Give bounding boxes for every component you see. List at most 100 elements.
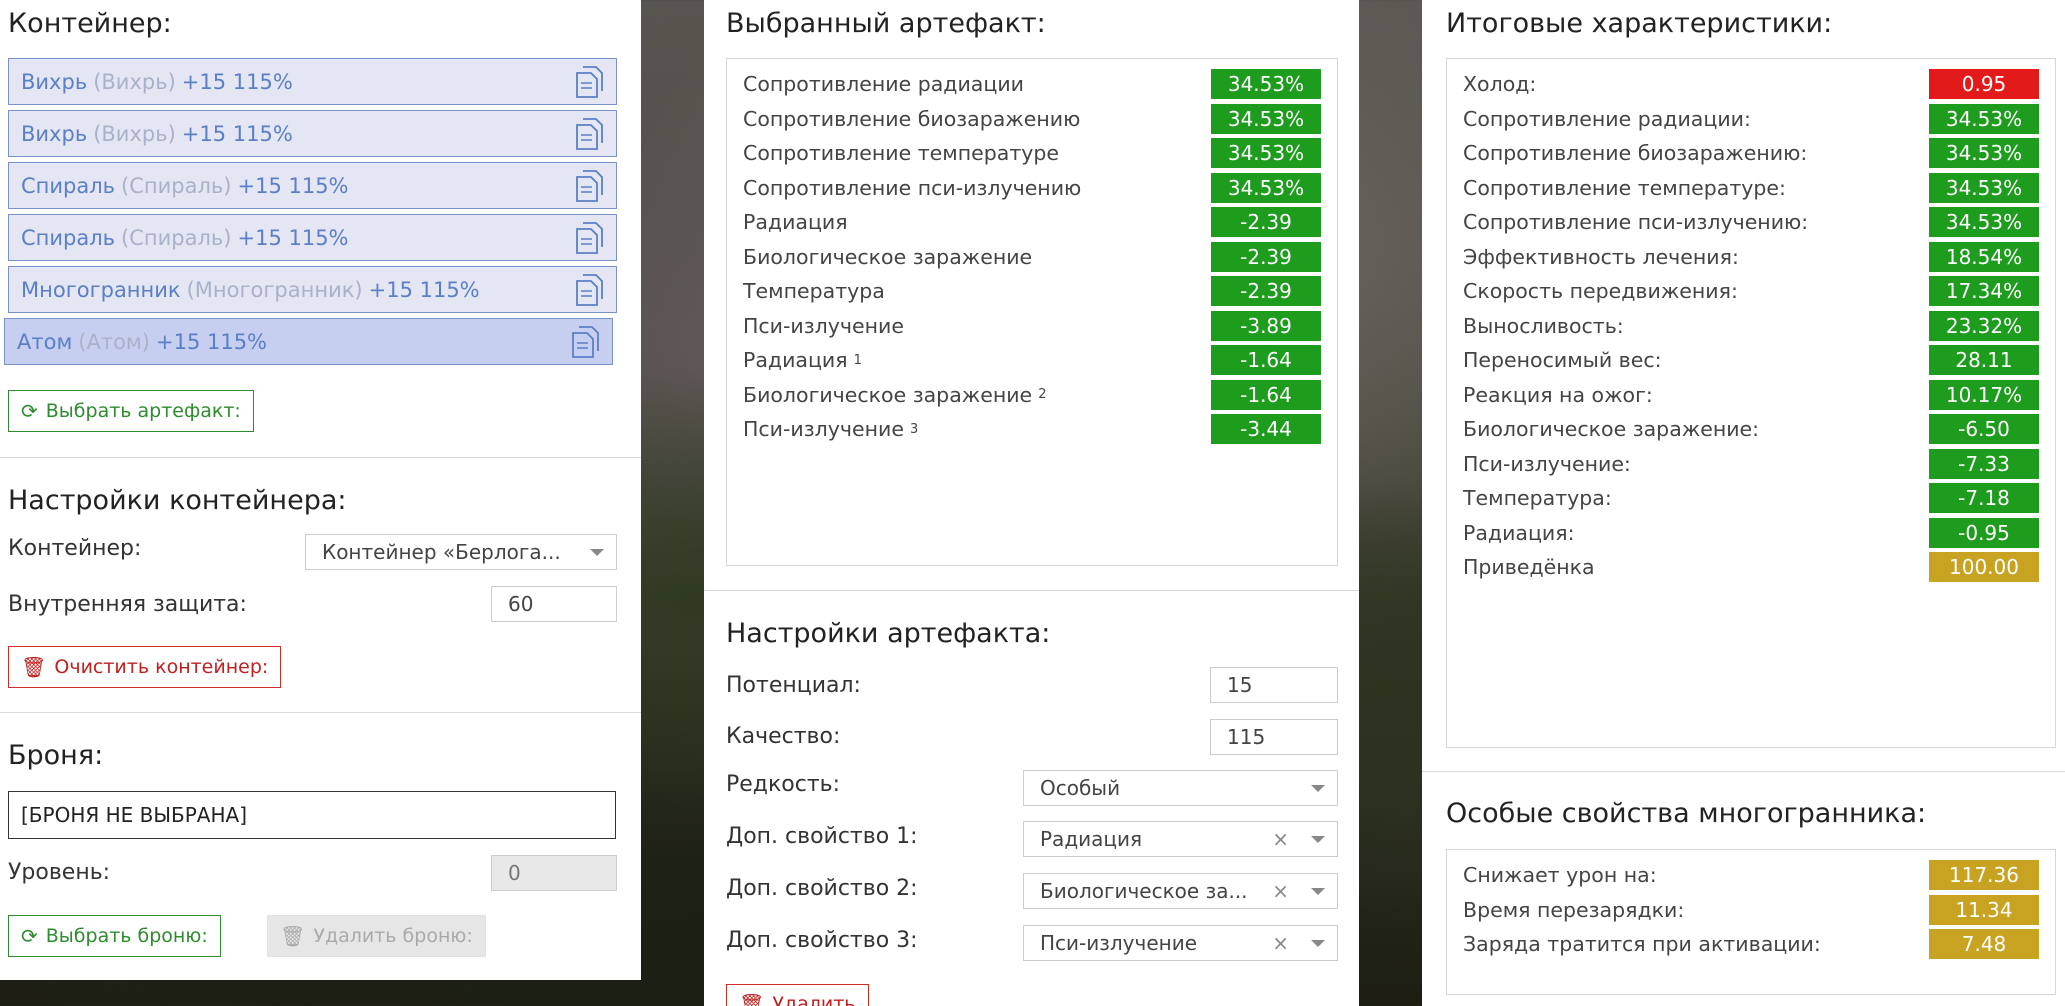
quality-input[interactable]: 115 — [1210, 719, 1338, 755]
stat-label: Биологическое заражение — [743, 382, 1033, 407]
stat-row: Выносливость: 23.32% — [1463, 309, 2039, 343]
stat-label: Выносливость: — [1463, 313, 1624, 338]
copy-icon[interactable] — [574, 169, 604, 203]
stat-row: Эффективность лечения: 18.54% — [1463, 240, 2039, 274]
container-select-label: Контейнер: — [8, 536, 142, 561]
stat-row: Биологическое заражение -2.39 — [743, 240, 1321, 274]
totals-title: Итоговые характеристики: — [1446, 8, 1833, 39]
rarity-select[interactable]: Особый — [1023, 770, 1338, 806]
delete-artifact-button[interactable]: 🗑 Удалить — [726, 984, 869, 1006]
container-slot[interactable]: Спираль (Спираль) +15 115% — [8, 162, 617, 209]
stat-row: Биологическое заражение: -6.50 — [1463, 412, 2039, 446]
extra1-select[interactable]: Радиация × — [1023, 821, 1338, 857]
slot-name: Вихрь — [21, 121, 88, 146]
potential-label: Потенциал: — [726, 673, 861, 698]
stat-label: Сопротивление биозаражению — [743, 106, 1081, 131]
copy-icon[interactable] — [570, 325, 600, 359]
trash-icon: 🗑 — [21, 655, 47, 679]
container-slot[interactable]: Многогранник (Многогранник) +15 115% — [8, 266, 617, 313]
slot-alias: (Спираль) — [121, 225, 232, 250]
stat-value-badge: 100.00 — [1929, 552, 2039, 582]
stat-label: Пси-излучение — [743, 417, 904, 441]
stat-label: Холод: — [1463, 72, 1537, 96]
stat-row: Радиация 1 -1.64 — [743, 343, 1321, 377]
divider — [704, 590, 1359, 591]
stat-value-badge: 7.48 — [1929, 929, 2039, 959]
stat-label: Сопротивление пси-излучению: — [1463, 210, 1809, 234]
totals-stats-box: Холод: 0.95 Сопротивление радиации: 34.53% С… — [1446, 58, 2056, 748]
stat-row: Сопротивление биозаражению: 34.53% — [1463, 136, 2039, 170]
slot-name: Спираль — [21, 225, 116, 250]
stat-row: Сопротивление температуре 34.53% — [743, 136, 1321, 170]
refresh-icon: ⟳ — [21, 399, 38, 423]
level-input[interactable]: 0 — [491, 855, 617, 891]
totals-panel: Итоговые характеристики: Холод: 0.95 Сопро… — [1422, 0, 2065, 1006]
divider — [0, 712, 641, 713]
stat-value-badge: -3.89 — [1211, 310, 1321, 341]
stat-label: Радиация — [743, 210, 848, 234]
extra3-label: Доп. свойство 3: — [726, 928, 918, 953]
container-slot[interactable]: Вихрь (Вихрь) +15 115% — [8, 110, 617, 157]
chevron-down-icon — [590, 549, 604, 556]
stat-value-badge: -7.18 — [1929, 483, 2039, 513]
stat-label: Сопротивление радиации — [743, 72, 1024, 96]
stat-value-badge: 11.34 — [1929, 894, 2039, 925]
clear-icon[interactable]: × — [1272, 879, 1289, 903]
choose-armor-button[interactable]: ⟳ Выбрать броню: — [8, 915, 221, 957]
artifact-stats-box: Сопротивление радиации 34.53% Сопротивлени… — [726, 58, 1338, 566]
container-slot[interactable]: Атом (Атом) +15 115% — [4, 318, 613, 365]
armor-field[interactable]: [БРОНЯ НЕ ВЫБРАНА] — [8, 791, 616, 839]
stat-value-badge: 34.53% — [1211, 138, 1321, 168]
extra3-select[interactable]: Пси-излучение × — [1023, 925, 1338, 961]
stat-row: Биологическое заражение 2 -1.64 — [743, 378, 1321, 412]
stat-label: Температура — [743, 279, 885, 303]
stat-row: Скорость передвижения: 17.34% — [1463, 274, 2039, 308]
delete-armor-button[interactable]: 🗑 Удалить броню: — [267, 915, 486, 957]
stat-label: Время перезарядки: — [1463, 897, 1685, 922]
container-select[interactable]: Контейнер «Берлога... — [305, 534, 617, 570]
trash-icon: 🗑 — [739, 992, 765, 1006]
inner-protection-input[interactable]: 60 — [491, 586, 617, 622]
extra1-label: Доп. свойство 1: — [726, 824, 918, 849]
selected-artifact-panel: Выбранный артефакт: Сопротивление радиац… — [704, 0, 1359, 1006]
stat-value-badge: 17.34% — [1929, 276, 2039, 306]
potential-input[interactable]: 15 — [1210, 667, 1338, 703]
container-slot[interactable]: Спираль (Спираль) +15 115% — [8, 214, 617, 261]
stat-row: Переносимый вес: 28.11 — [1463, 343, 2039, 377]
trash-icon: 🗑 — [280, 924, 306, 948]
slot-bonus: +15 115% — [237, 173, 349, 198]
copy-icon[interactable] — [574, 221, 604, 255]
stat-row: Пси-излучение -3.89 — [743, 309, 1321, 343]
stat-label: Приведёнка — [1463, 555, 1595, 579]
clear-icon[interactable]: × — [1272, 931, 1289, 955]
choose-artifact-button[interactable]: ⟳ Выбрать артефакт: — [8, 390, 254, 432]
stat-row: Пси-излучение: -7.33 — [1463, 447, 2039, 481]
chevron-down-icon — [1311, 785, 1325, 792]
stat-row: Холод: 0.95 — [1463, 67, 2039, 101]
stat-label: Заряда тратится при активации: — [1463, 932, 1821, 956]
copy-icon[interactable] — [574, 65, 604, 99]
refresh-icon: ⟳ — [21, 924, 38, 948]
stat-label: Сопротивление температуре — [743, 141, 1060, 165]
clear-container-button[interactable]: 🗑 Очистить контейнер: — [8, 646, 282, 688]
extra2-select[interactable]: Биологическое за... × — [1023, 873, 1338, 909]
stat-label: Эффективность лечения: — [1463, 244, 1739, 269]
slot-alias: (Многогранник) — [186, 277, 363, 302]
stat-value-badge: -3.44 — [1211, 414, 1321, 444]
stat-value-badge: -1.64 — [1211, 345, 1321, 375]
stat-row: Температура -2.39 — [743, 274, 1321, 308]
stat-value-badge: -0.95 — [1929, 517, 2039, 548]
stat-label: Пси-излучение: — [1463, 451, 1631, 476]
stat-row: Время перезарядки: 11.34 — [1463, 893, 2039, 927]
chevron-down-icon — [1311, 836, 1325, 843]
copy-icon[interactable] — [574, 117, 604, 151]
slot-bonus: +15 115% — [237, 225, 349, 250]
copy-icon[interactable] — [574, 273, 604, 307]
container-slot[interactable]: Вихрь (Вихрь) +15 115% — [8, 58, 617, 105]
stat-row: Снижает урон на: 117.36 — [1463, 858, 2039, 892]
slot-bonus: +15 115% — [155, 329, 268, 354]
stat-row: Заряда тратится при активации: 7.48 — [1463, 927, 2039, 961]
stat-row: Радиация -2.39 — [743, 205, 1321, 239]
clear-icon[interactable]: × — [1272, 827, 1289, 851]
divider — [1422, 771, 2065, 772]
